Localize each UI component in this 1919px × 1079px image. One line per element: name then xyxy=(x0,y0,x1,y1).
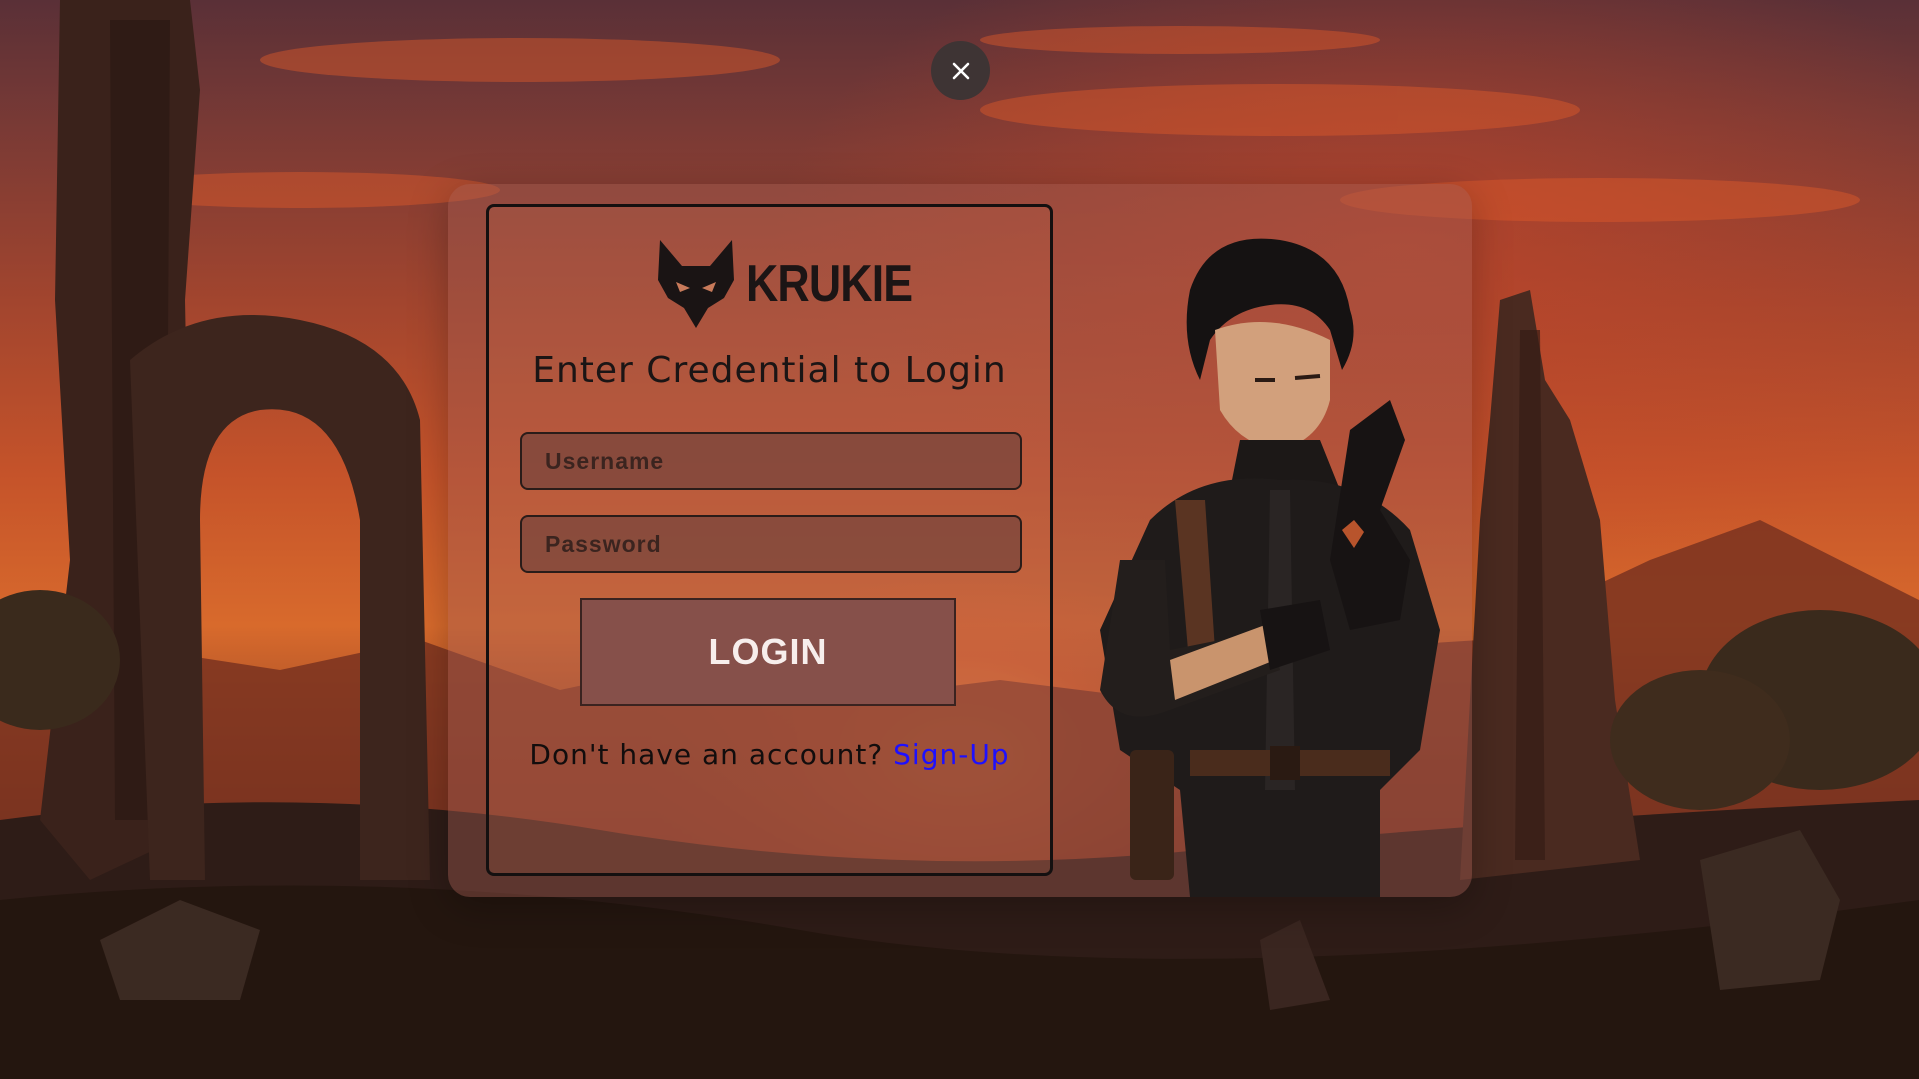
signup-prompt: Don't have an account? Sign-Up xyxy=(486,738,1053,771)
brand-name: KRUKIE xyxy=(746,255,913,313)
signup-prompt-text: Don't have an account? xyxy=(529,738,894,771)
fox-head-icon xyxy=(658,240,734,328)
password-field[interactable] xyxy=(520,515,1022,573)
close-icon xyxy=(952,62,969,79)
password-input[interactable] xyxy=(543,516,1020,572)
signup-link[interactable]: Sign-Up xyxy=(893,738,1009,771)
login-button[interactable]: LOGIN xyxy=(580,598,956,706)
login-heading: Enter Credential to Login xyxy=(532,350,1007,391)
close-button[interactable] xyxy=(931,41,990,100)
username-field[interactable] xyxy=(520,432,1022,490)
character-illustration xyxy=(1100,238,1440,897)
username-input[interactable] xyxy=(543,433,1020,489)
brand-logo: KRUKIE xyxy=(654,236,939,332)
